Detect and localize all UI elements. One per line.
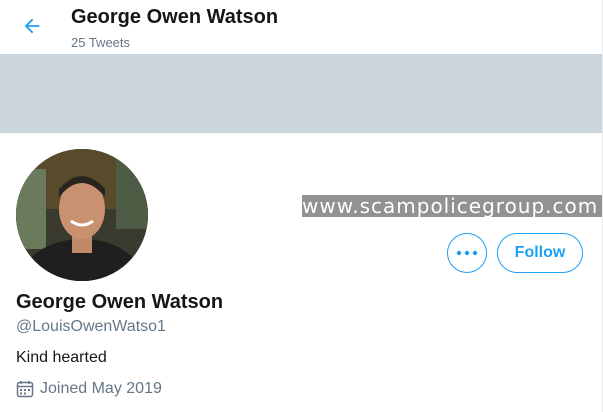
profile-page: George Owen Watson 25 Tweets www.scampol… — [0, 0, 603, 412]
header-title: George Owen Watson — [71, 6, 279, 28]
calendar-icon — [16, 380, 34, 398]
profile-bio: Kind hearted — [16, 349, 107, 366]
watermark: www.scampolicegroup.com — [302, 195, 602, 217]
back-arrow-icon — [21, 15, 43, 42]
avatar[interactable] — [13, 146, 151, 284]
more-dots-icon — [456, 244, 478, 262]
profile-header: George Owen Watson 25 Tweets — [0, 0, 602, 54]
profile-banner[interactable] — [0, 54, 602, 133]
more-options-button[interactable] — [447, 233, 487, 273]
joined-label: Joined May 2019 — [40, 380, 162, 397]
profile-handle: @LouisOwenWatso1 — [16, 318, 166, 335]
tweet-count: 25 Tweets — [71, 35, 131, 50]
joined-date: Joined May 2019 — [16, 380, 162, 398]
back-button[interactable] — [16, 12, 48, 44]
follow-button[interactable]: Follow — [497, 233, 583, 273]
profile-name: George Owen Watson — [16, 291, 224, 313]
